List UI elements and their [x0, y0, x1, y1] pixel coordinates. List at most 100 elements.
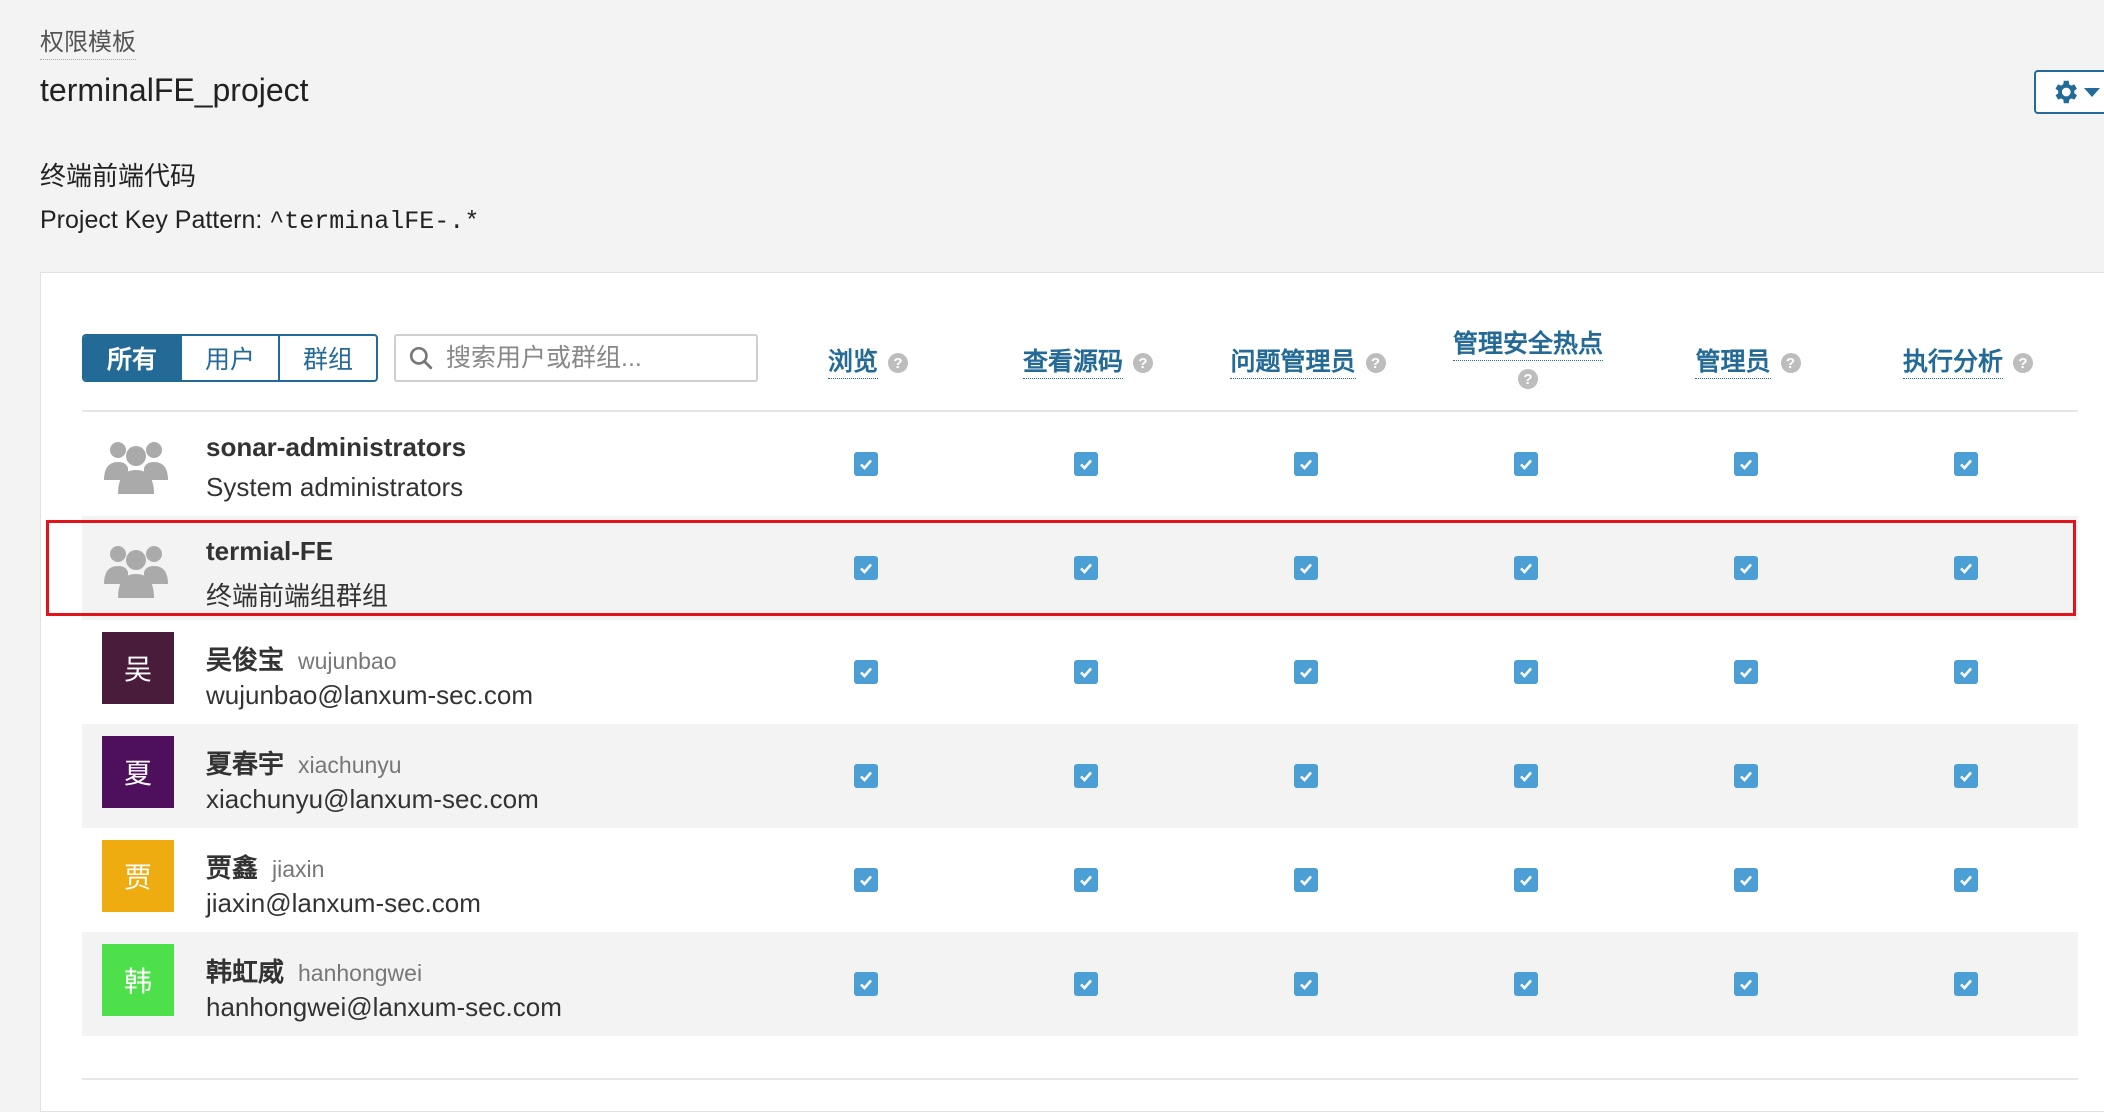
checkbox-admin[interactable]	[1734, 452, 1758, 476]
user-login: jiaxin	[272, 856, 325, 882]
column-header-label: 管理安全热点	[1452, 330, 1603, 361]
column-header-scan[interactable]: 执行分析?	[1858, 342, 2078, 379]
checkbox-admin[interactable]	[1734, 660, 1758, 684]
checkbox-admin[interactable]	[1734, 972, 1758, 996]
table-row: 吴 吴俊宝 wujunbao wujunbao@lanxum-sec.com	[82, 620, 2078, 724]
search-input[interactable]	[444, 342, 748, 374]
column-header-admin[interactable]: 管理员?	[1638, 342, 1858, 379]
help-icon[interactable]: ?	[1365, 353, 1386, 374]
checkbox-admin[interactable]	[1734, 764, 1758, 788]
checkbox-codeviewer[interactable]	[1074, 660, 1098, 684]
column-header-browse[interactable]: 浏览?	[758, 342, 978, 379]
checkbox-checked-icon	[1520, 979, 1532, 990]
help-icon[interactable]: ?	[1133, 353, 1153, 374]
settings-dropdown-button[interactable]	[2034, 70, 2104, 114]
checkbox-scan[interactable]	[1954, 660, 1978, 684]
user-email: wujunbao@lanxum-sec.com	[206, 680, 533, 710]
checkbox-checked-icon	[1740, 875, 1752, 886]
user-display-name: 贾鑫	[206, 853, 259, 883]
checkbox-securityhotspotadmin[interactable]	[1514, 452, 1538, 476]
checkbox-issueadmin[interactable]	[1294, 452, 1318, 476]
checkbox-browse[interactable]	[854, 764, 878, 788]
filter-users-button[interactable]: 用户	[182, 336, 280, 380]
column-header-codeviewer[interactable]: 查看源码?	[978, 342, 1198, 379]
checkbox-checked-icon	[860, 667, 872, 678]
column-header-label: 执行分析	[1902, 348, 2003, 379]
checkbox-checked-icon	[1520, 459, 1532, 470]
checkbox-browse[interactable]	[854, 452, 878, 476]
checkbox-checked-icon	[1960, 979, 1972, 990]
checkbox-checked-icon	[860, 875, 872, 886]
table-row: 韩 韩虹威 hanhongwei hanhongwei@lanxum-sec.co…	[82, 932, 2078, 1036]
checkbox-securityhotspotadmin[interactable]	[1514, 764, 1538, 788]
chevron-down-icon	[2084, 87, 2100, 97]
checkbox-checked-icon	[1300, 459, 1312, 470]
checkbox-checked-icon	[1300, 667, 1312, 678]
filter-toggle: 所有 用户 群组	[82, 334, 378, 382]
checkbox-checked-icon	[1080, 459, 1092, 470]
page-title: terminalFE_project	[40, 72, 309, 108]
column-header-issueadmin[interactable]: 问题管理员?	[1198, 342, 1418, 379]
checkbox-securityhotspotadmin[interactable]	[1514, 972, 1538, 996]
checkbox-checked-icon	[1080, 667, 1092, 678]
key-pattern-value: ^terminalFE-.*	[269, 207, 480, 236]
avatar: 韩	[102, 944, 174, 1016]
checkbox-checked-icon	[1740, 771, 1752, 782]
checkbox-codeviewer[interactable]	[1074, 972, 1098, 996]
highlight-annotation	[46, 520, 2076, 616]
help-icon[interactable]: ?	[1518, 369, 1538, 390]
help-icon[interactable]: ?	[888, 353, 908, 374]
help-icon[interactable]: ?	[2013, 353, 2033, 374]
template-description: 终端前端代码	[40, 161, 197, 191]
checkbox-securityhotspotadmin[interactable]	[1514, 660, 1538, 684]
checkbox-browse[interactable]	[854, 660, 878, 684]
checkbox-checked-icon	[1960, 771, 1972, 782]
checkbox-checked-icon	[1960, 459, 1972, 470]
checkbox-checked-icon	[860, 979, 872, 990]
filter-groups-button[interactable]: 群组	[280, 336, 376, 380]
column-header-securityhotspotadmin[interactable]: 管理安全热点?	[1418, 324, 1638, 390]
user-email: xiachunyu@lanxum-sec.com	[206, 784, 539, 814]
checkbox-issueadmin[interactable]	[1294, 764, 1318, 788]
checkbox-browse[interactable]	[854, 972, 878, 996]
table-row: 夏 夏春宇 xiachunyu xiachunyu@lanxum-sec.com	[82, 724, 2078, 828]
checkbox-checked-icon	[860, 771, 872, 782]
checkbox-checked-icon	[1960, 875, 1972, 886]
checkbox-checked-icon	[1080, 979, 1092, 990]
checkbox-checked-icon	[860, 459, 872, 470]
row-name: 韩虹威 hanhongwei	[206, 952, 422, 989]
user-login: xiachunyu	[298, 752, 402, 778]
checkbox-codeviewer[interactable]	[1074, 452, 1098, 476]
column-header-label: 浏览	[827, 348, 878, 379]
user-display-name: 夏春宇	[206, 749, 285, 779]
checkbox-issueadmin[interactable]	[1294, 660, 1318, 684]
checkbox-scan[interactable]	[1954, 452, 1978, 476]
checkbox-checked-icon	[1960, 667, 1972, 678]
avatar: 吴	[102, 632, 174, 704]
checkbox-issueadmin[interactable]	[1294, 868, 1318, 892]
user-login: hanhongwei	[298, 960, 423, 986]
checkbox-scan[interactable]	[1954, 764, 1978, 788]
column-header-label: 管理员	[1695, 348, 1771, 379]
checkbox-admin[interactable]	[1734, 868, 1758, 892]
checkbox-codeviewer[interactable]	[1074, 764, 1098, 788]
checkbox-issueadmin[interactable]	[1294, 972, 1318, 996]
checkbox-checked-icon	[1740, 979, 1752, 990]
checkbox-browse[interactable]	[854, 868, 878, 892]
search-box	[394, 334, 758, 382]
checkbox-scan[interactable]	[1954, 972, 1978, 996]
checkbox-scan[interactable]	[1954, 868, 1978, 892]
checkbox-checked-icon	[1300, 875, 1312, 886]
table-row: 贾 贾鑫 jiaxin jiaxin@lanxum-sec.com	[82, 828, 2078, 932]
checkbox-checked-icon	[1740, 459, 1752, 470]
checkbox-securityhotspotadmin[interactable]	[1514, 868, 1538, 892]
user-display-name: 吴俊宝	[206, 645, 285, 675]
breadcrumb[interactable]: 权限模板	[40, 22, 136, 60]
key-pattern-label: Project Key Pattern:	[40, 206, 270, 234]
column-header-label: 查看源码	[1022, 348, 1123, 379]
checkbox-checked-icon	[1520, 875, 1532, 886]
gear-icon	[2055, 80, 2077, 104]
filter-all-button[interactable]: 所有	[84, 336, 182, 380]
checkbox-codeviewer[interactable]	[1074, 868, 1098, 892]
help-icon[interactable]: ?	[1780, 353, 1801, 374]
